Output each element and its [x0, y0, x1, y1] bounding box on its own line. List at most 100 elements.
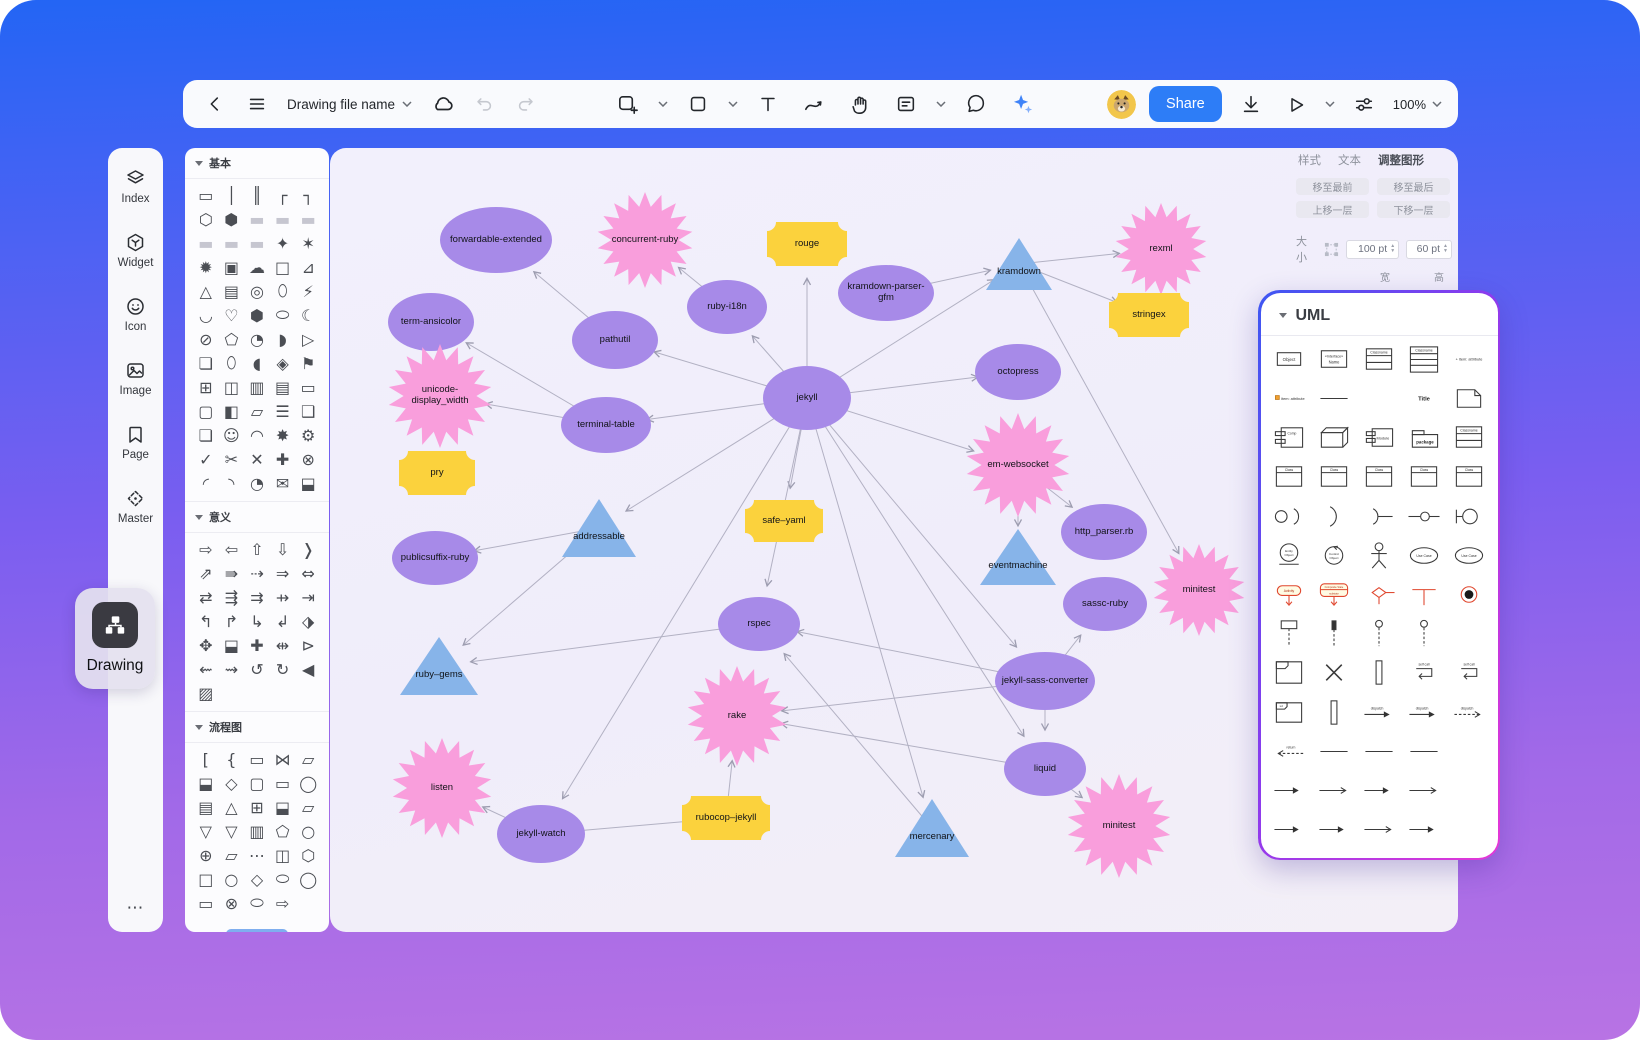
uml-shape-actor[interactable]	[1359, 539, 1399, 572]
chevron-down-icon[interactable]	[728, 101, 738, 107]
shape-icon-tag[interactable]: ◧	[219, 399, 245, 423]
shape-icon-document[interactable]: ▤	[219, 279, 245, 303]
shape-icon-corner-up-left[interactable]: ↰	[193, 609, 219, 633]
uml-shape-activity-red[interactable]: Activity	[1269, 578, 1309, 611]
shape-icon-pac[interactable]: ◔	[244, 471, 270, 495]
shape-icon-envelope[interactable]: ✉	[270, 471, 296, 495]
shape-section-header[interactable]: 意义	[185, 501, 329, 533]
uml-shape-classbox[interactable]: Class	[1359, 460, 1399, 493]
hand-tool[interactable]	[844, 88, 876, 120]
uml-shape-usecase[interactable]: Use Case	[1404, 539, 1444, 572]
shape-icon-circle-2[interactable]: ◯	[295, 867, 321, 891]
shape-icon-half-ellipse[interactable]: ◡	[193, 303, 219, 327]
shape-icon-manual-op[interactable]: ▱	[295, 795, 321, 819]
shape-icon-callout-2[interactable]: ❏	[193, 423, 219, 447]
shape-icon-arrow-to-bar[interactable]: ⇥	[295, 585, 321, 609]
arrange-button[interactable]: 移至最后	[1377, 178, 1450, 195]
shape-icon-shape-cut[interactable]: ⬓	[219, 633, 245, 657]
arrange-button[interactable]: 下移一层	[1377, 201, 1450, 218]
shape-section-header[interactable]: 基本	[185, 148, 329, 179]
shape-icon-arrow-lr-bar[interactable]: ⇹	[270, 633, 296, 657]
shape-icon-panel[interactable]: ▥	[244, 375, 270, 399]
shape-icon-check[interactable]: ✓	[193, 447, 219, 471]
uml-shape-lollipop[interactable]	[1404, 500, 1444, 533]
uml-shape-destroy[interactable]	[1314, 656, 1354, 689]
shape-icon-arrow-wave[interactable]: ⇝	[219, 657, 245, 681]
uml-shape-arrow-filled[interactable]	[1269, 774, 1309, 807]
shape-icon-bracket-left[interactable]: [	[193, 747, 219, 771]
uml-shape-selfcall[interactable]: self call	[1449, 656, 1489, 689]
shape-icon-cylinder[interactable]: ⬓	[295, 471, 321, 495]
text-tool[interactable]	[752, 88, 784, 120]
uml-shape-lifebar[interactable]	[1314, 617, 1354, 650]
stepper-icon[interactable]: ▲▼	[1390, 244, 1395, 254]
shape-icon-extract[interactable]: △	[219, 795, 245, 819]
uml-shape-attr-label[interactable]: item: attribute	[1269, 382, 1309, 415]
uml-shape-arrow-open[interactable]	[1359, 813, 1399, 846]
uml-panel-header[interactable]: UML	[1261, 293, 1498, 336]
uml-shape-activation[interactable]	[1359, 656, 1399, 689]
redo-button[interactable]	[510, 88, 542, 120]
shape-icon-arc-left[interactable]: ◜	[193, 471, 219, 495]
shape-icon-arrow-bar[interactable]: ⇸	[270, 585, 296, 609]
shape-icon-connector[interactable]: ○	[219, 867, 245, 891]
shape-icon-filled-rect[interactable]: ▬	[219, 231, 245, 255]
uml-shape-class2[interactable]: Classname	[1359, 343, 1399, 376]
shape-icon-pentagon[interactable]: ⬠	[219, 327, 245, 351]
shape-icon-sun[interactable]: ✸	[270, 423, 296, 447]
uml-shape-title-text[interactable]: Title	[1404, 382, 1444, 415]
undo-button[interactable]	[468, 88, 500, 120]
sidebar-item-master[interactable]: Master	[118, 488, 153, 525]
shape-icon-cube[interactable]: ⬢	[244, 303, 270, 327]
uml-shape-entity[interactable]: EntityObject	[1269, 539, 1309, 572]
diagram-node-eventmachine[interactable]: eventmachine	[979, 528, 1057, 586]
note-tool[interactable]	[890, 88, 922, 120]
shape-icon-corner-down-right[interactable]: ↳	[244, 609, 270, 633]
shape-icon-no-symbol[interactable]: ⊘	[193, 327, 219, 351]
uml-shape-box3d[interactable]	[1314, 421, 1354, 454]
connector-tool[interactable]	[798, 88, 830, 120]
properties-tab[interactable]: 文本	[1338, 152, 1361, 168]
uml-shape-arrow-open[interactable]	[1404, 774, 1444, 807]
stepper-icon[interactable]: ▲▼	[1443, 244, 1448, 254]
shape-icon-circle-cross[interactable]: ⊗	[295, 447, 321, 471]
sidebar-overflow-icon[interactable]: ⋯	[127, 898, 145, 918]
uml-shape-lifedot[interactable]	[1404, 617, 1444, 650]
uml-shape-boundary[interactable]	[1449, 500, 1489, 533]
shape-icon-parallelogram[interactable]: ▱	[244, 399, 270, 423]
uml-shape-msg-return[interactable]: return	[1269, 735, 1309, 768]
shape-icon-ellipse[interactable]: ◯	[295, 771, 321, 795]
sidebar-item-page[interactable]: Page	[122, 424, 149, 461]
uml-shape-selfcall[interactable]: self call	[1404, 656, 1444, 689]
shape-icon-card[interactable]: ▭	[193, 891, 219, 915]
shape-icon-decision-2[interactable]: ◇	[244, 867, 270, 891]
arrange-button[interactable]: 上移一层	[1296, 201, 1369, 218]
uml-shape-arc[interactable]	[1314, 500, 1354, 533]
file-name-menu[interactable]: Drawing file name	[283, 97, 416, 112]
diagram-node-octopress[interactable]: octopress	[975, 344, 1061, 400]
uml-shape-object[interactable]: Object	[1269, 343, 1309, 376]
uml-shape-socket[interactable]	[1359, 500, 1399, 533]
uml-shape-arrow-filled[interactable]	[1359, 774, 1399, 807]
sidebar-item-widget[interactable]: Widget	[118, 232, 154, 269]
shape-icon-arrow-triple-v[interactable]: ⇶	[219, 585, 245, 609]
shape-icon-diamond[interactable]: ◈	[270, 351, 296, 375]
shape-icon-arrow-down[interactable]: ⇩	[270, 537, 296, 561]
uml-shape-msg-dashed[interactable]: dispatch	[1449, 696, 1489, 729]
diagram-node-addressable[interactable]: addressable	[561, 498, 637, 558]
shape-icon-half-donut[interactable]: ◠	[244, 423, 270, 447]
diagram-node-safe-yaml[interactable]: safe–yaml	[745, 500, 823, 542]
comment-tool[interactable]	[960, 88, 992, 120]
diagram-node-pry[interactable]: pry	[399, 451, 475, 495]
shape-icon-pie[interactable]: ◔	[244, 327, 270, 351]
chevron-down-icon[interactable]	[1325, 101, 1335, 107]
drawing-tool-card[interactable]: Drawing	[75, 588, 155, 689]
shape-icon-play[interactable]: ▷	[295, 327, 321, 351]
shape-icon-plus[interactable]: ✚	[270, 447, 296, 471]
shape-icon-document[interactable]: ▤	[193, 795, 219, 819]
shape-icon-rotate-cw[interactable]: ↻	[270, 657, 296, 681]
uml-shape-arrow-filled[interactable]	[1269, 813, 1309, 846]
uml-shape-class3[interactable]: Classname	[1404, 343, 1444, 376]
shape-icon-delay[interactable]: ⬓	[270, 795, 296, 819]
diagram-node-terminal-table[interactable]: terminal-table	[561, 397, 651, 453]
